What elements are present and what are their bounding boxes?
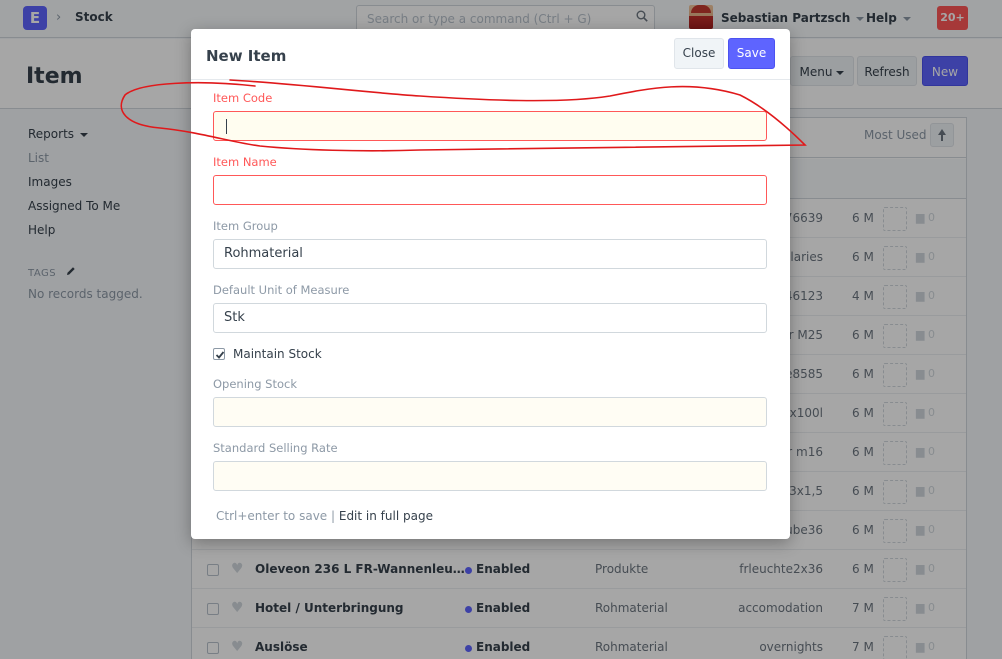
close-button[interactable]: Close (674, 38, 724, 69)
item-group-label: Item Group (213, 219, 278, 233)
dialog-title: New Item (206, 47, 287, 65)
item-group-input[interactable]: Rohmaterial (213, 239, 767, 269)
checkmark-icon (215, 351, 225, 359)
dialog-footer: Ctrl+enter to save | Edit in full page (216, 509, 433, 523)
selling-rate-input[interactable] (213, 461, 767, 491)
text-cursor (226, 119, 227, 134)
selling-rate-label: Standard Selling Rate (213, 441, 338, 455)
maintain-stock-label[interactable]: Maintain Stock (233, 347, 322, 361)
save-button[interactable]: Save (728, 38, 775, 69)
item-name-input[interactable] (213, 175, 767, 205)
item-code-input[interactable] (213, 111, 767, 141)
opening-stock-label: Opening Stock (213, 377, 297, 391)
item-code-label: Item Code (213, 91, 273, 105)
uom-label: Default Unit of Measure (213, 283, 350, 297)
edit-full-page-link[interactable]: Edit in full page (339, 509, 433, 523)
opening-stock-input[interactable] (213, 397, 767, 427)
dialog-header: New Item Close Save (191, 29, 790, 80)
uom-input[interactable]: Stk (213, 303, 767, 333)
item-name-label: Item Name (213, 155, 277, 169)
new-item-dialog: New Item Close Save Item Code Item Name … (191, 29, 790, 539)
save-shortcut-hint: Ctrl+enter to save | (216, 509, 339, 523)
maintain-stock-checkbox[interactable] (213, 348, 225, 360)
